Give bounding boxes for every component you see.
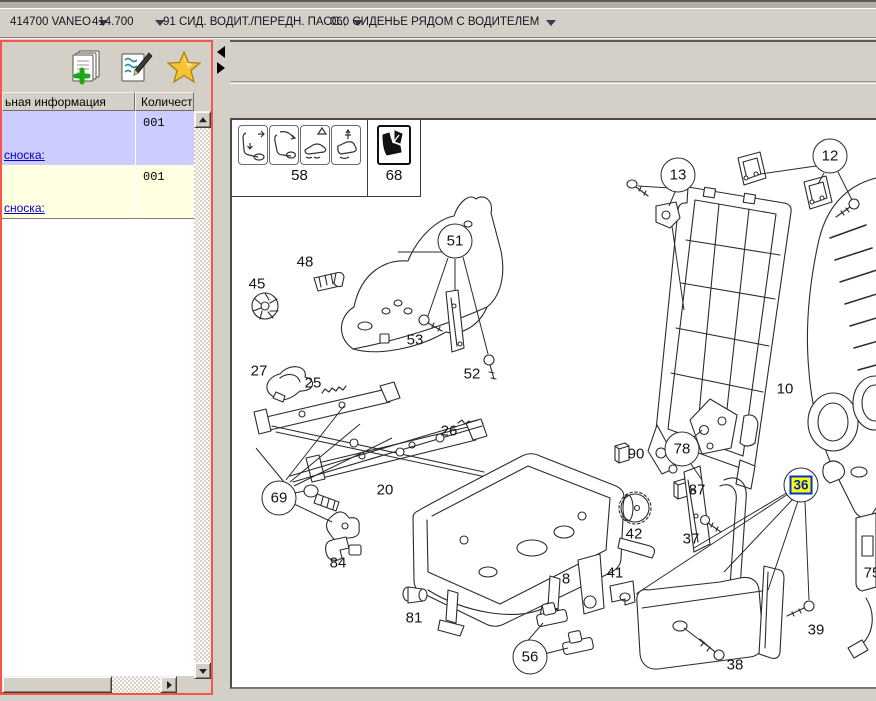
vertical-scrollbar[interactable] <box>194 111 211 679</box>
part-label-56[interactable]: 56 <box>513 640 548 675</box>
parts-toolbar <box>2 42 211 92</box>
part-label-39[interactable]: 39 <box>808 622 825 639</box>
group-dropdown-label: 91 СИД. ВОДИТ./ПЕРЕДН. ПАСС.; <box>163 16 346 28</box>
navigation-bar: 414700 VANEO 414.700 91 СИД. ВОДИТ./ПЕРЕ… <box>0 0 876 40</box>
subgroup-dropdown-label: 060 СИДЕНЬЕ РЯДОМ С ВОДИТЕЛЕМ <box>330 16 539 28</box>
table-body: 001 сноска: 001 сноска: <box>2 111 194 676</box>
horizontal-scrollbar[interactable] <box>2 676 194 693</box>
column-separator <box>135 165 136 218</box>
chevron-down-icon[interactable] <box>546 20 556 26</box>
subgroup-dropdown[interactable]: 060 СИДЕНЬЕ РЯДОМ С ВОДИТЕЛЕМ <box>330 13 556 31</box>
diagram-canvas[interactable]: 58 6 <box>230 118 876 689</box>
type-dropdown[interactable]: 414.700 <box>92 13 165 31</box>
part-label-42[interactable]: 42 <box>626 526 643 543</box>
part-label-38[interactable]: 38 <box>727 657 744 674</box>
quantity-value: 001 <box>143 116 165 130</box>
footnote-link[interactable]: сноска: <box>4 148 45 162</box>
part-label-90[interactable]: 90 <box>628 446 645 463</box>
table-row[interactable]: 001 сноска: <box>2 165 194 219</box>
toolbar-divider <box>0 37 876 39</box>
title-strip <box>0 2 876 9</box>
add-documents-icon[interactable] <box>67 49 105 85</box>
footnote-link[interactable]: сноска: <box>4 201 45 215</box>
part-label-52[interactable]: 52 <box>464 366 481 383</box>
expand-right-icon[interactable] <box>217 62 225 74</box>
diagram-panel: 58 6 <box>230 40 876 701</box>
part-label-51[interactable]: 51 <box>438 224 473 259</box>
part-label-10[interactable]: 10 <box>777 381 794 398</box>
model-dropdown-label: 414700 VANEO <box>10 16 91 28</box>
part-label-layer: 1312514845532725521026907887366920423784… <box>232 120 876 687</box>
diagram-toolbar-band <box>230 42 876 82</box>
part-label-84[interactable]: 84 <box>330 555 347 572</box>
column-header-quantity[interactable]: Количеств <box>135 92 194 111</box>
diagram-header-band <box>230 83 876 117</box>
part-label-36[interactable]: 36 <box>784 468 819 503</box>
collapse-left-icon[interactable] <box>217 46 225 58</box>
epc-application-window: 414700 VANEO 414.700 91 СИД. ВОДИТ./ПЕРЕ… <box>0 0 876 701</box>
table-header: ьная информация Количеств <box>2 92 194 111</box>
part-label-53[interactable]: 53 <box>407 332 424 349</box>
scroll-up-button[interactable] <box>194 111 211 128</box>
table-row[interactable]: 001 сноска: <box>2 111 194 165</box>
part-label-37[interactable]: 37 <box>683 531 700 548</box>
quantity-value: 001 <box>143 170 165 184</box>
part-label-75[interactable]: 75 <box>864 565 876 582</box>
scrollbar-corner <box>177 676 194 693</box>
part-label-69[interactable]: 69 <box>262 481 297 516</box>
part-label-13[interactable]: 13 <box>661 158 696 193</box>
panel-splitter[interactable] <box>213 40 230 701</box>
part-label-81[interactable]: 81 <box>406 610 423 627</box>
part-label-12[interactable]: 12 <box>813 139 848 174</box>
part-label-87[interactable]: 87 <box>689 482 706 499</box>
vertical-scroll-track[interactable] <box>194 128 211 662</box>
scroll-down-button[interactable] <box>194 662 211 679</box>
selected-part-highlight[interactable]: 36 <box>789 476 812 495</box>
part-label-25[interactable]: 25 <box>305 375 322 392</box>
part-label-26[interactable]: 26 <box>441 423 458 440</box>
part-label-27[interactable]: 27 <box>251 363 268 380</box>
part-label-41[interactable]: 41 <box>607 565 624 582</box>
favorites-star-icon[interactable] <box>167 50 201 84</box>
part-label-45[interactable]: 45 <box>249 276 266 293</box>
part-label-8[interactable]: 8 <box>562 571 570 588</box>
scroll-right-button[interactable] <box>160 676 177 693</box>
column-header-info[interactable]: ьная информация <box>2 92 135 111</box>
column-separator <box>135 111 136 165</box>
edit-notes-icon[interactable] <box>118 49 154 85</box>
part-label-48[interactable]: 48 <box>297 254 314 271</box>
horizontal-scroll-thumb[interactable] <box>2 676 112 693</box>
parts-list-panel: ьная информация Количеств 001 сноска: 00… <box>0 40 213 695</box>
part-label-20[interactable]: 20 <box>377 482 394 499</box>
part-label-78[interactable]: 78 <box>665 432 700 467</box>
type-dropdown-label: 414.700 <box>92 16 134 28</box>
